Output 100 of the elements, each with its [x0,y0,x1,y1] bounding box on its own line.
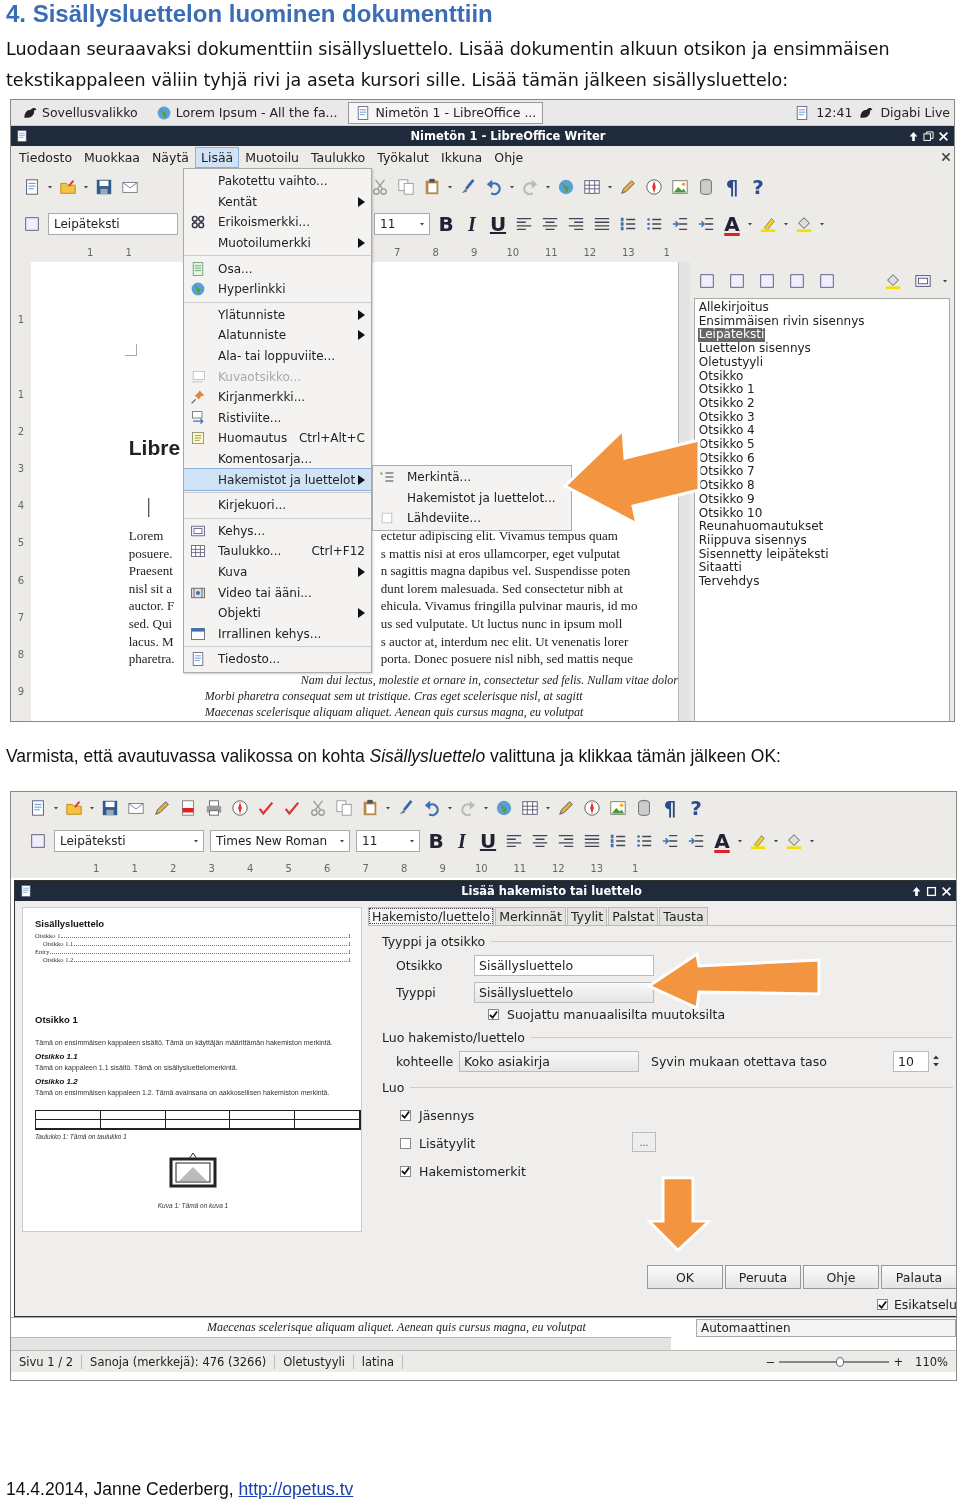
tab[interactable]: Palstat [608,907,659,925]
style-list-item[interactable]: Sitaatti [697,561,743,576]
checkbox[interactable] [488,1009,499,1020]
styles-square-icon[interactable] [727,272,746,290]
menu-item[interactable]: Hyperlinkki [184,278,371,300]
zoom-out-button[interactable]: − [765,1354,776,1369]
menu-item[interactable]: Lisää [195,146,240,168]
tab[interactable]: Hakemisto/luettelo [368,907,495,925]
document-icon[interactable] [23,178,41,196]
style-list-item[interactable]: Riippuva sisennys [697,533,808,548]
globe-icon[interactable] [557,178,575,196]
taskbar-button[interactable]: Nimetön 1 - LibreOffice ... [348,101,544,124]
globe-icon[interactable] [495,799,513,817]
style-combo[interactable]: Leipäteksti [48,213,178,235]
style-list-item[interactable]: Otsikko 7 [697,465,756,480]
toolbar-button[interactable]: ¶ [659,795,681,821]
align-left-icon[interactable] [505,832,523,850]
toolbar-button[interactable]: U [477,828,499,854]
checkbox[interactable] [400,1165,411,1177]
styles-square-icon[interactable] [23,215,41,233]
tab[interactable]: Tyylit [566,907,608,925]
styles-list[interactable] [693,298,950,721]
restore-icon[interactable] [922,129,935,143]
toolbar-button[interactable]: A [721,211,743,237]
title-field[interactable]: Sisällysluettelo [474,954,654,976]
menu-item[interactable]: Näytä [146,146,195,168]
align-right-icon[interactable] [567,215,585,233]
style-list-item[interactable]: Otsikko 3 [697,410,756,425]
paint-bucket-icon[interactable] [785,832,803,850]
style-list-item[interactable]: Luettelon sisennys [697,342,812,356]
menu-item[interactable]: Ikkuna [435,146,489,168]
highlighter-icon[interactable] [759,215,777,233]
style-list-item[interactable]: Leipäteksti [697,328,766,343]
highlighter-icon[interactable] [749,832,767,850]
style-list-item[interactable]: Ensimmäisen rivin sisennys [697,314,866,329]
dialog-button[interactable]: Palauta [881,1265,956,1289]
pencil-icon[interactable] [619,178,637,196]
style-list-item[interactable]: Oletustyyli [697,355,765,370]
horizontal-scrollbar[interactable] [11,1337,671,1350]
menu-item[interactable]: Hakemistot ja luettelot [184,469,371,490]
zoom-in-button[interactable]: + [893,1354,904,1369]
database-icon[interactable] [635,799,653,817]
check-mark-icon[interactable] [257,799,275,817]
style-list-item[interactable]: Otsikko 5 [697,438,756,452]
style-list-item[interactable]: Otsikko [697,369,745,384]
menu-item[interactable]: Muotoilu [239,146,306,168]
menu-item[interactable]: Tiedosto... [184,649,371,670]
paint-bucket-icon[interactable] [795,215,813,233]
close-icon[interactable] [940,884,953,898]
clipboard-icon[interactable] [361,799,379,817]
menu-item[interactable]: Ylätunniste [184,304,371,326]
styles-square-icon[interactable] [29,832,47,850]
scissors-icon[interactable] [309,799,327,817]
taskbar-button[interactable]: Sovellusvalikko [15,101,145,124]
database-icon[interactable] [697,178,715,196]
printer-icon[interactable] [205,799,223,817]
indent-arrow-icon[interactable] [671,215,689,233]
menu-item[interactable]: Muokkaa [78,146,146,168]
align-right-icon[interactable] [557,832,575,850]
menu-item[interactable]: Kirjanmerkki... [184,386,371,408]
paint-bucket-icon[interactable] [884,272,902,290]
menu-item[interactable]: Kehys... [184,520,371,542]
pencil-icon[interactable] [557,799,575,817]
styles-square-icon[interactable] [787,272,806,290]
more-styles-button[interactable]: ... [632,1132,656,1152]
dialog-button[interactable]: OK [647,1265,723,1289]
close-icon[interactable] [937,129,950,143]
styles-square-icon[interactable] [817,272,836,290]
copy-icon[interactable] [397,178,415,196]
font-size-combo[interactable]: 11 [374,213,430,235]
style-list-item[interactable]: Tervehdys [697,575,761,589]
pencil-icon[interactable] [153,799,171,817]
dialog-button[interactable]: Peruuta [725,1265,801,1289]
toolbar-button[interactable]: I [451,828,473,854]
style-list-item[interactable]: Reunahuomautukset [697,520,825,534]
menu-item[interactable]: Kuva [184,561,371,583]
checkbox[interactable] [876,1299,888,1310]
styles-square-icon[interactable] [757,272,776,290]
menu-item[interactable]: Työkalut [371,146,435,168]
toolbar-button[interactable]: U [487,211,509,237]
tab[interactable]: Tausta [659,907,708,925]
dialog-button[interactable]: Ohje [803,1265,879,1289]
menu-item[interactable]: Erikoismerkki... [184,212,371,233]
style-list-item[interactable]: Otsikko 2 [697,396,756,411]
arrow-up-icon[interactable] [907,129,920,143]
toolbar-button[interactable]: I [461,211,483,237]
menu-item[interactable]: Tiedosto [13,146,79,168]
style-combo[interactable]: Leipäteksti [54,830,204,852]
menu-item[interactable]: Alatunniste [184,325,371,346]
indent-arrow-icon[interactable] [661,832,679,850]
picture-icon[interactable] [609,799,627,817]
copy-icon[interactable] [335,799,353,817]
style-list-item[interactable]: Otsikko 4 [697,424,756,439]
menu-item[interactable]: Irrallinen kehys... [184,623,371,645]
justify-icon[interactable] [583,832,601,850]
menu-item[interactable]: Muotoilumerkki [184,232,371,254]
menu-item[interactable]: Osa... [184,258,371,279]
indent-arrow-icon[interactable] [687,832,705,850]
menu-item[interactable]: Video tai ääni... [184,582,371,603]
menu-item[interactable]: Taulukko... Ctrl+F12 [184,541,371,562]
